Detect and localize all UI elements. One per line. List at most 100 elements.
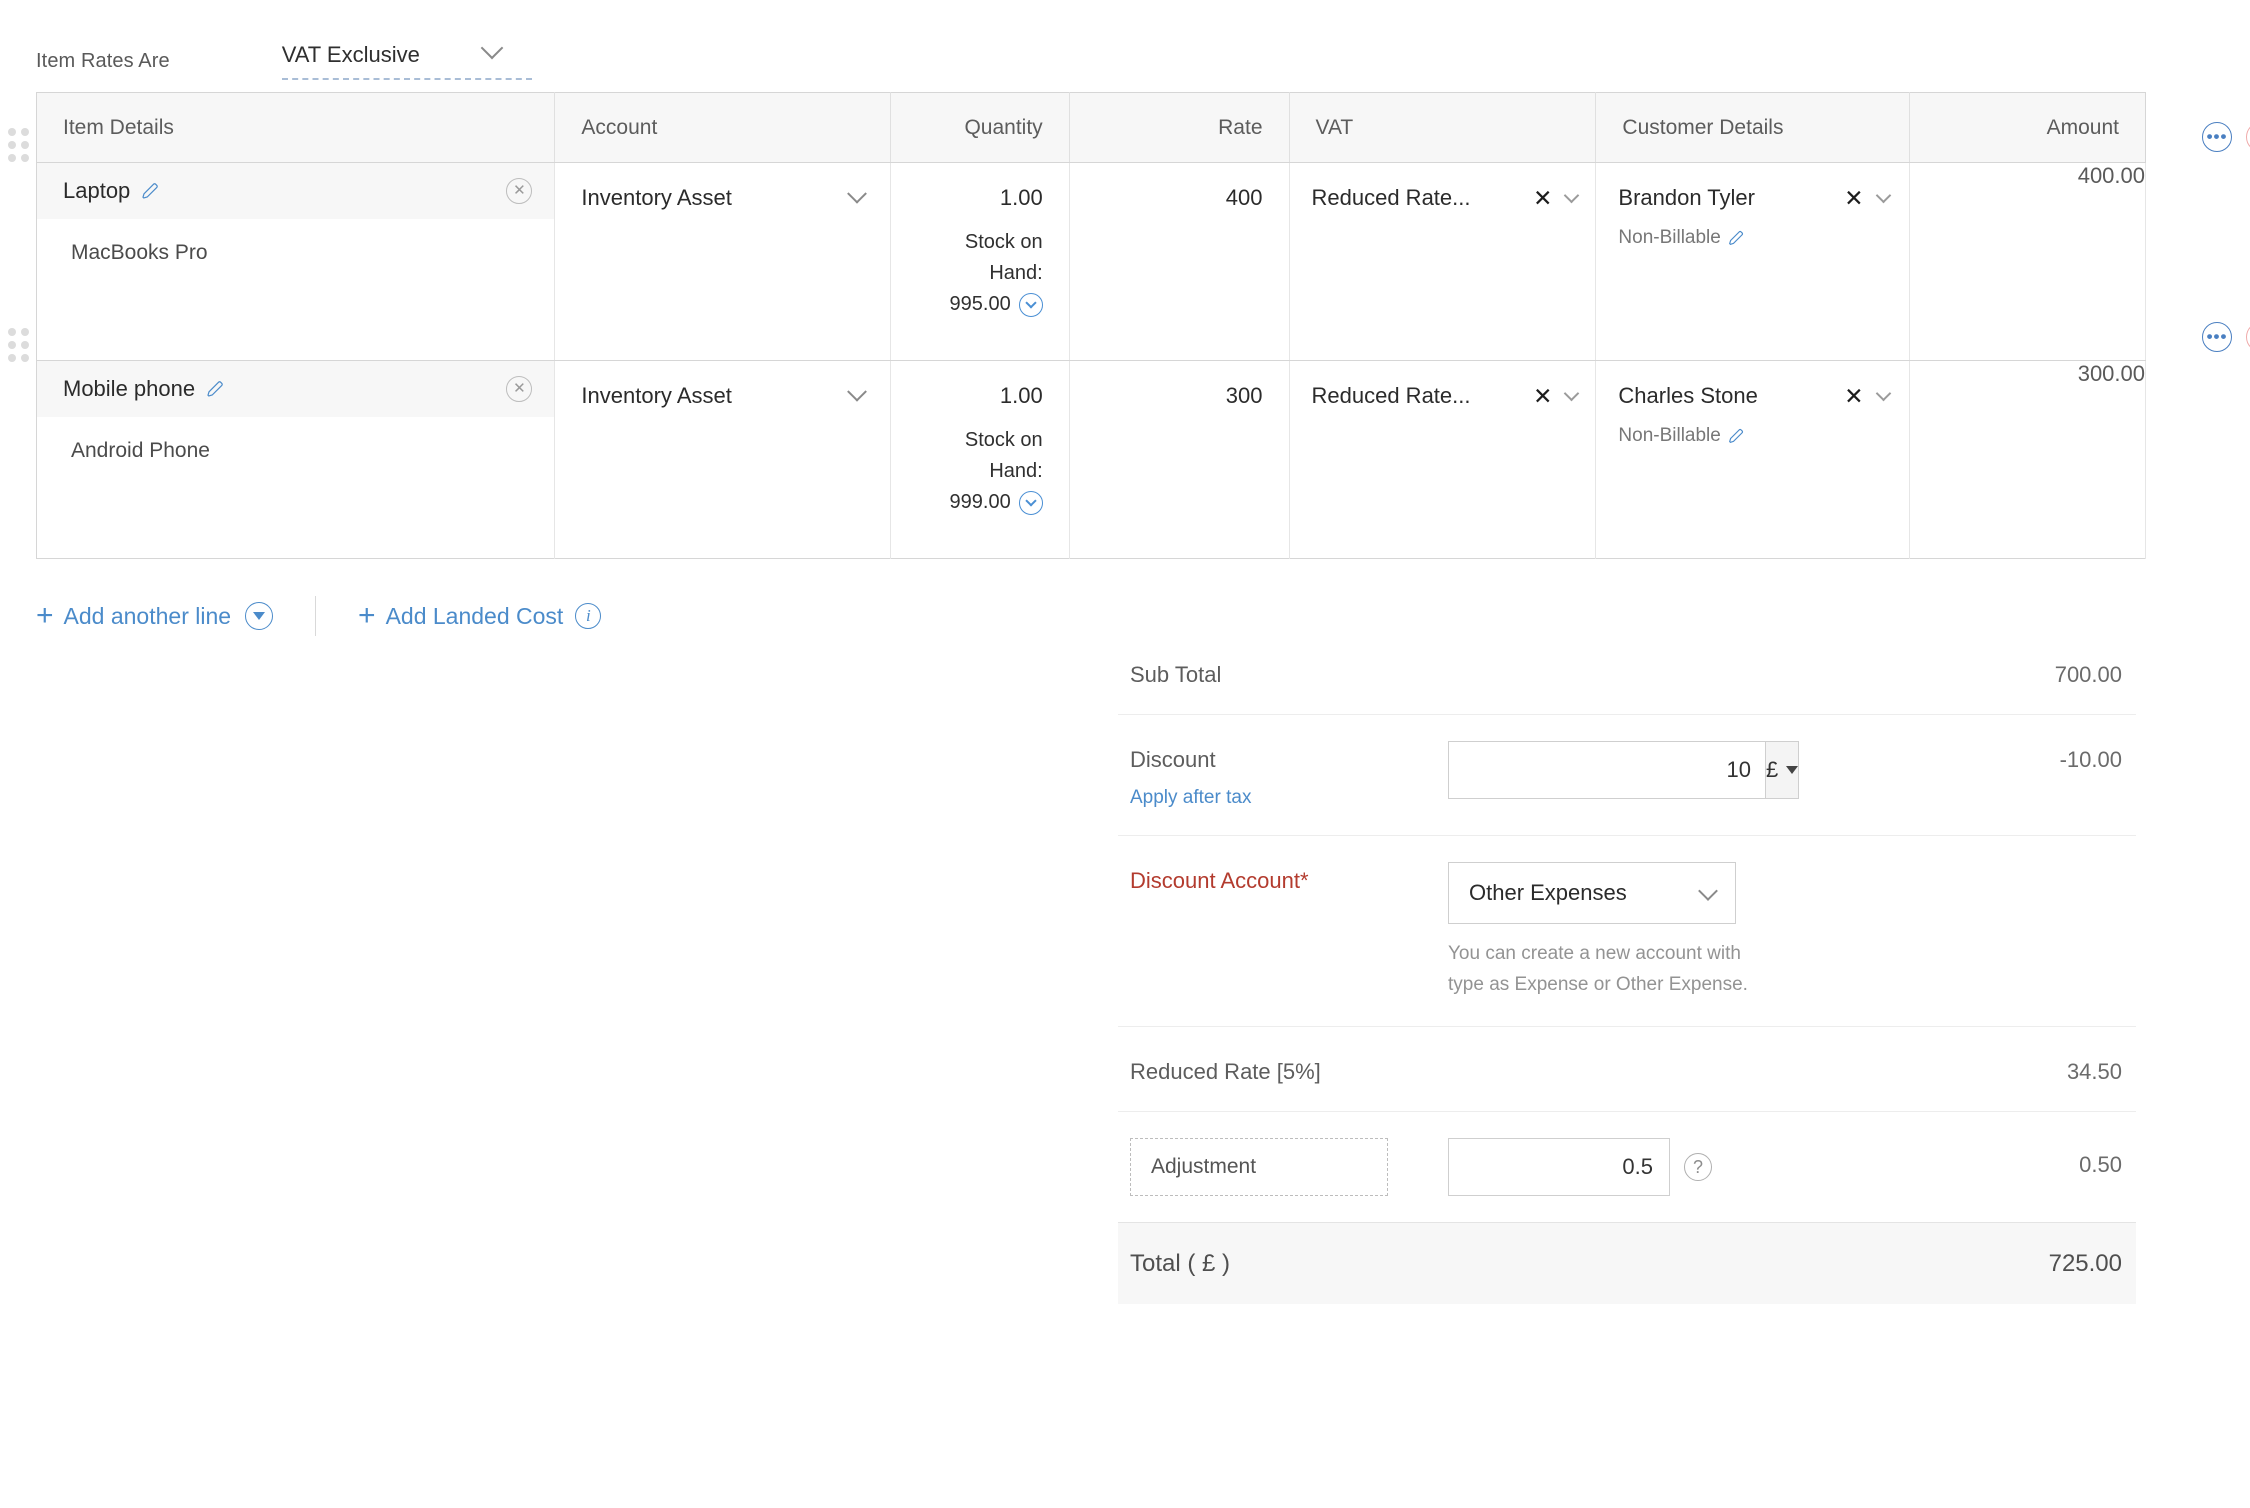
- edit-pencil-icon[interactable]: [1727, 229, 1745, 247]
- apply-after-tax-link[interactable]: Apply after tax: [1130, 787, 1448, 809]
- discount-input[interactable]: [1448, 741, 1765, 799]
- adjustment-label-input[interactable]: Adjustment: [1130, 1138, 1388, 1196]
- discount-currency-dropdown[interactable]: £: [1765, 741, 1799, 799]
- discount-account-row: Discount Account* Other Expenses You can…: [1118, 836, 2136, 1027]
- cell-rate: 400: [1069, 163, 1289, 361]
- help-icon[interactable]: ?: [1684, 1153, 1712, 1181]
- edit-pencil-icon[interactable]: [1727, 427, 1745, 445]
- stock-value: 999.00: [950, 487, 1011, 518]
- row-delete-button[interactable]: ✕: [2246, 122, 2250, 152]
- expand-stock-chevron-icon[interactable]: [1019, 293, 1043, 317]
- rate-value: 400: [1226, 185, 1263, 210]
- info-icon[interactable]: i: [575, 603, 601, 629]
- adjustment-value: 0.50: [1926, 1138, 2136, 1178]
- add-another-line-button[interactable]: + Add another line: [36, 601, 273, 631]
- line-items-table-wrapper: ••• ✕ ••• ✕ Item Details Account Quantit…: [36, 92, 2146, 559]
- discount-account-hint: You can create a new account with type a…: [1448, 938, 1748, 1000]
- billable-label: Non-Billable: [1618, 227, 1720, 249]
- customer-name: Brandon Tyler: [1618, 185, 1755, 211]
- item-description: MacBooks Pro: [37, 219, 554, 265]
- chevron-down-icon[interactable]: [1875, 188, 1891, 204]
- row-actions-2: ••• ✕: [2202, 322, 2250, 352]
- account-dropdown[interactable]: Inventory Asset: [555, 361, 890, 431]
- drag-handle-row-1[interactable]: [8, 128, 30, 162]
- quantity-field[interactable]: 1.00 Stock on Hand: 995.00: [891, 163, 1068, 320]
- expand-stock-chevron-icon[interactable]: [1019, 491, 1043, 515]
- drag-handle-row-2[interactable]: [8, 328, 30, 362]
- cell-quantity: 1.00 Stock on Hand: 999.00: [891, 361, 1069, 559]
- edit-pencil-icon[interactable]: [205, 379, 225, 399]
- stock-label-line1: Stock on: [901, 425, 1042, 456]
- discount-input-group: £: [1448, 741, 1666, 799]
- amount-value: 300.00: [2078, 361, 2145, 386]
- sub-total-label: Sub Total: [1130, 656, 1448, 688]
- discount-account-value: Other Expenses: [1469, 880, 1627, 906]
- item-description: Android Phone: [37, 417, 554, 463]
- caret-down-icon[interactable]: [245, 602, 273, 630]
- cell-item-details: Mobile phone ✕ Android Phone: [37, 361, 555, 559]
- stock-label-line2: Hand:: [901, 456, 1042, 487]
- add-landed-cost-button[interactable]: + Add Landed Cost i: [358, 601, 601, 631]
- account-dropdown[interactable]: Inventory Asset: [555, 163, 890, 233]
- edit-pencil-icon[interactable]: [140, 181, 160, 201]
- account-value: Inventory Asset: [581, 383, 731, 409]
- quantity-value: 1.00: [901, 383, 1042, 409]
- amount-value: 400.00: [2078, 163, 2145, 188]
- cell-quantity: 1.00 Stock on Hand: 995.00: [891, 163, 1069, 361]
- billable-status[interactable]: Non-Billable: [1618, 425, 1888, 447]
- discount-account-dropdown[interactable]: Other Expenses: [1448, 862, 1736, 924]
- customer-field[interactable]: Brandon Tyler ✕ Non-Billable: [1596, 163, 1908, 249]
- discount-value: -10.00: [1926, 741, 2136, 773]
- cell-amount: 300.00: [1909, 361, 2145, 559]
- billable-label: Non-Billable: [1618, 425, 1720, 447]
- billable-status[interactable]: Non-Billable: [1618, 227, 1888, 249]
- chevron-down-icon: [480, 37, 503, 60]
- quantity-field[interactable]: 1.00 Stock on Hand: 999.00: [891, 361, 1068, 518]
- clear-item-icon[interactable]: ✕: [506, 178, 532, 204]
- row-more-options-button[interactable]: •••: [2202, 122, 2232, 152]
- discount-row: Discount Apply after tax £ -10.00: [1118, 715, 2136, 836]
- customer-field[interactable]: Charles Stone ✕ Non-Billable: [1596, 361, 1908, 447]
- table-row: Mobile phone ✕ Android Phone Inventory A…: [37, 361, 2146, 559]
- item-name-field[interactable]: Laptop ✕: [37, 163, 554, 219]
- cell-rate: 300: [1069, 361, 1289, 559]
- cell-customer-details: Charles Stone ✕ Non-Billable: [1596, 361, 1909, 559]
- clear-customer-icon[interactable]: ✕: [1844, 385, 1869, 408]
- chevron-down-icon[interactable]: [1564, 386, 1580, 402]
- chevron-down-icon[interactable]: [1564, 188, 1580, 204]
- chevron-down-icon[interactable]: [1875, 386, 1891, 402]
- clear-vat-icon[interactable]: ✕: [1533, 187, 1558, 210]
- vat-value: Reduced Rate...: [1312, 383, 1471, 409]
- rate-field[interactable]: 400: [1070, 163, 1289, 211]
- tax-value: 34.50: [1926, 1053, 2136, 1085]
- vat-dropdown[interactable]: Reduced Rate... ✕: [1290, 361, 1596, 409]
- row-delete-button[interactable]: ✕: [2246, 322, 2250, 352]
- stock-on-hand: Stock on Hand: 995.00: [901, 227, 1042, 320]
- adjustment-input[interactable]: [1448, 1138, 1670, 1196]
- item-name-field[interactable]: Mobile phone ✕: [37, 361, 554, 417]
- chevron-down-icon: [847, 184, 867, 204]
- chevron-down-icon: [1698, 881, 1718, 901]
- clear-customer-icon[interactable]: ✕: [1844, 187, 1869, 210]
- stock-value-row: 999.00: [901, 487, 1042, 518]
- stock-value: 995.00: [950, 289, 1011, 320]
- grand-total-row: Total ( £ ) 725.00: [1118, 1222, 2136, 1304]
- clear-item-icon[interactable]: ✕: [506, 376, 532, 402]
- row-more-options-button[interactable]: •••: [2202, 322, 2232, 352]
- divider: [315, 596, 316, 636]
- sub-total-value: 700.00: [1926, 656, 2136, 688]
- chevron-down-icon: [847, 382, 867, 402]
- rate-field[interactable]: 300: [1070, 361, 1289, 409]
- account-value: Inventory Asset: [581, 185, 731, 211]
- item-rates-dropdown[interactable]: VAT Exclusive: [282, 42, 532, 80]
- item-rates-value: VAT Exclusive: [282, 42, 420, 68]
- clear-vat-icon[interactable]: ✕: [1533, 385, 1558, 408]
- caret-down-icon: [1786, 766, 1798, 774]
- discount-account-wrap: Other Expenses You can create a new acco…: [1448, 862, 1926, 1000]
- table-header-row: Item Details Account Quantity Rate VAT C…: [37, 93, 2146, 163]
- sub-total-row: Sub Total 700.00: [1118, 630, 2136, 715]
- quantity-value: 1.00: [901, 185, 1042, 211]
- stock-value-row: 995.00: [901, 289, 1042, 320]
- vat-dropdown[interactable]: Reduced Rate... ✕: [1290, 163, 1596, 211]
- discount-label: Discount: [1130, 747, 1448, 773]
